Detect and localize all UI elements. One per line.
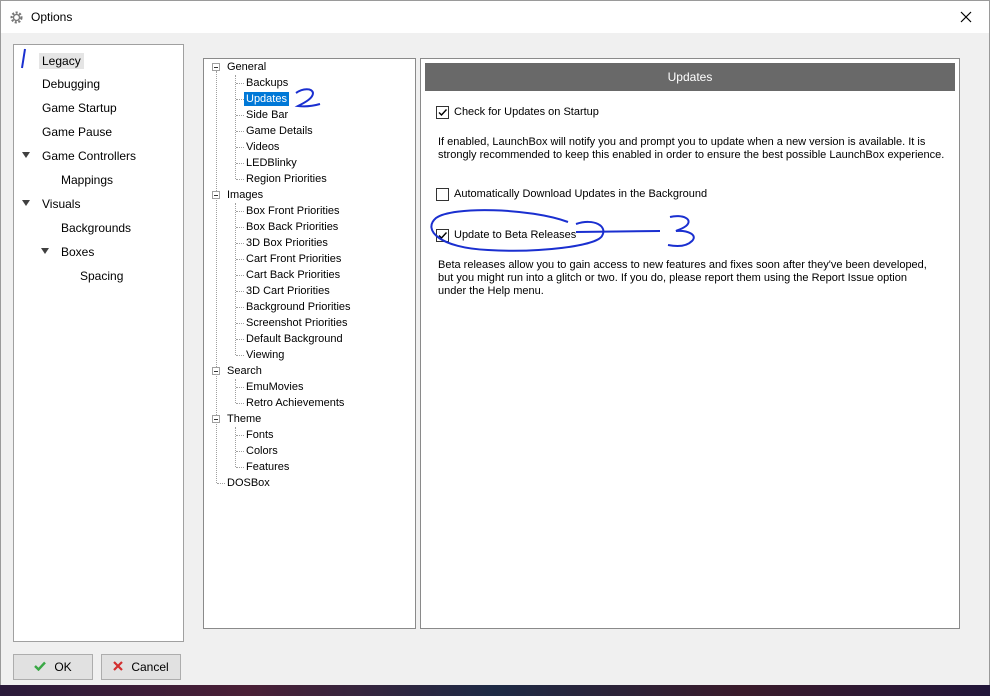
check-updates-startup-label[interactable]: Check for Updates on Startup [454, 106, 599, 118]
tree-node-images[interactable]: Images [225, 188, 265, 202]
tree-node-dosbox[interactable]: DOSBox [225, 476, 272, 490]
tree-node-box-front-priorities[interactable]: Box Front Priorities [244, 204, 342, 218]
auto-download-checkbox[interactable] [436, 188, 449, 201]
tree-node-ledblinky[interactable]: LEDBlinky [244, 156, 299, 170]
checkmark-icon [438, 109, 448, 117]
tree-node-emumovies[interactable]: EmuMovies [244, 380, 305, 394]
tree-node-general[interactable]: General [225, 60, 268, 74]
tree-line [236, 115, 244, 116]
tree-line [236, 467, 244, 468]
tree-line [236, 387, 244, 388]
checkmark-icon [438, 232, 448, 240]
tree-line [236, 211, 244, 212]
tree-node-fonts[interactable]: Fonts [244, 428, 276, 442]
settings-tree: General Backups Updates Side Bar Game De… [203, 58, 416, 629]
tree-line [235, 379, 236, 403]
tree-line [236, 307, 244, 308]
collapse-icon[interactable] [212, 415, 220, 423]
section-header-title: Updates [667, 70, 713, 84]
check-updates-startup-checkbox[interactable] [436, 106, 449, 119]
tree-line [236, 147, 244, 148]
tree-line [236, 99, 244, 100]
category-nav: Legacy Debugging Game Startup Game Pause… [13, 44, 184, 642]
desktop-background [0, 685, 990, 696]
tree-node-search[interactable]: Search [225, 364, 264, 378]
tree-node-game-details[interactable]: Game Details [244, 124, 315, 138]
ok-button[interactable]: OK [13, 654, 93, 680]
tree-node-side-bar[interactable]: Side Bar [244, 108, 290, 122]
title-bar: Options [1, 1, 989, 33]
tree-node-cart-back-priorities[interactable]: Cart Back Priorities [244, 268, 342, 282]
tree-node-box-back-priorities[interactable]: Box Back Priorities [244, 220, 340, 234]
options-window: Options Legacy Debugging Game Startup Ga… [0, 0, 990, 686]
nav-item-spacing[interactable]: Spacing [80, 269, 123, 283]
nav-item-game-startup[interactable]: Game Startup [42, 101, 117, 115]
tree-line [235, 203, 236, 355]
nav-item-backgrounds[interactable]: Backgrounds [61, 221, 131, 235]
tree-node-updates[interactable]: Updates [244, 92, 289, 106]
tree-line [236, 83, 244, 84]
tree-node-3d-box-priorities[interactable]: 3D Box Priorities [244, 236, 330, 250]
tree-line [236, 179, 244, 180]
tree-line [236, 355, 244, 356]
tree-node-theme[interactable]: Theme [225, 412, 263, 426]
gear-icon [10, 11, 23, 24]
tree-node-3d-cart-priorities[interactable]: 3D Cart Priorities [244, 284, 332, 298]
auto-download-label[interactable]: Automatically Download Updates in the Ba… [454, 188, 707, 200]
checkmark-icon [34, 660, 47, 674]
ok-button-label: OK [54, 660, 72, 674]
tree-line [236, 275, 244, 276]
tree-node-viewing[interactable]: Viewing [244, 348, 286, 362]
tree-line [236, 323, 244, 324]
nav-item-mappings[interactable]: Mappings [61, 173, 113, 187]
expand-arrow-icon[interactable] [22, 152, 30, 158]
cancel-button[interactable]: Cancel [101, 654, 181, 680]
tree-node-colors[interactable]: Colors [244, 444, 280, 458]
tree-line [236, 163, 244, 164]
nav-item-boxes[interactable]: Boxes [61, 245, 94, 259]
close-icon [960, 11, 972, 23]
tree-node-videos[interactable]: Videos [244, 140, 281, 154]
tree-node-screenshot-priorities[interactable]: Screenshot Priorities [244, 316, 350, 330]
cancel-icon [113, 660, 124, 674]
window-title: Options [31, 10, 73, 24]
beta-releases-description: Beta releases allow you to gain access t… [438, 259, 927, 297]
updates-settings-panel: Updates Check for Updates on Startup If … [420, 58, 960, 629]
collapse-icon[interactable] [212, 63, 220, 71]
tree-line [236, 403, 244, 404]
tree-node-background-priorities[interactable]: Background Priorities [244, 300, 353, 314]
tree-node-backups[interactable]: Backups [244, 76, 290, 90]
tree-line [236, 339, 244, 340]
nav-item-legacy[interactable]: Legacy [39, 53, 84, 69]
expand-arrow-icon[interactable] [41, 248, 49, 254]
tree-node-region-priorities[interactable]: Region Priorities [244, 172, 329, 186]
tree-node-retro-achievements[interactable]: Retro Achievements [244, 396, 346, 410]
nav-item-game-controllers[interactable]: Game Controllers [42, 149, 136, 163]
nav-item-game-pause[interactable]: Game Pause [42, 125, 112, 139]
collapse-icon[interactable] [212, 191, 220, 199]
beta-releases-checkbox[interactable] [436, 229, 449, 242]
tree-line [236, 451, 244, 452]
tree-node-features[interactable]: Features [244, 460, 291, 474]
nav-item-visuals[interactable]: Visuals [42, 197, 80, 211]
beta-releases-label[interactable]: Update to Beta Releases [454, 229, 576, 241]
tree-node-default-background[interactable]: Default Background [244, 332, 345, 346]
close-button[interactable] [943, 1, 989, 33]
check-updates-description: If enabled, LaunchBox will notify you an… [438, 136, 945, 161]
collapse-icon[interactable] [212, 367, 220, 375]
cancel-button-label: Cancel [131, 660, 169, 674]
tree-line [236, 259, 244, 260]
tree-line [236, 243, 244, 244]
section-header: Updates [425, 63, 955, 91]
tree-line [236, 131, 244, 132]
tree-line [217, 483, 225, 484]
tree-line [235, 427, 236, 467]
nav-item-debugging[interactable]: Debugging [42, 77, 100, 91]
tree-node-cart-front-priorities[interactable]: Cart Front Priorities [244, 252, 343, 266]
expand-arrow-icon[interactable] [22, 200, 30, 206]
tree-line [236, 291, 244, 292]
tree-line [236, 435, 244, 436]
tree-line [236, 227, 244, 228]
